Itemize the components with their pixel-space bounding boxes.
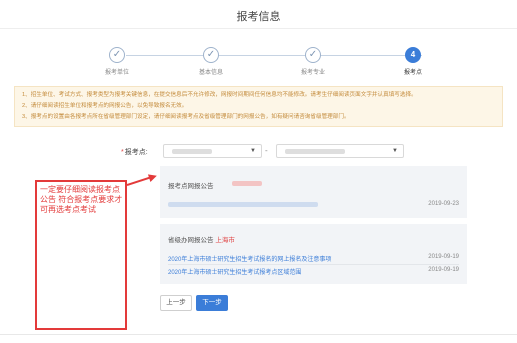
site-notice-title: 报考点网报公告: [168, 180, 214, 190]
notice-date: 2019-09-19: [428, 267, 459, 273]
step-4: 4 报考点: [373, 47, 453, 76]
blurred-site-name: [232, 181, 262, 186]
step-1: ✓ 报考单位: [77, 47, 157, 76]
blurred-value: [172, 149, 212, 154]
site-notice-panel: 报考点网报公告 2019-09-23: [160, 166, 467, 218]
chevron-down-icon: ▼: [392, 148, 398, 154]
blurred-notice-link[interactable]: [168, 202, 318, 207]
step-label: 基本信息: [198, 70, 223, 76]
check-icon: ✓: [109, 47, 125, 63]
exam-site-select[interactable]: ▼: [276, 144, 404, 158]
notice-line: 1、招生单位、考试方式、报考类型为报考关键信息，在提交信息后不允许修改，网报时间…: [22, 92, 417, 98]
divider: [168, 264, 459, 265]
step-label: 报考专业: [300, 70, 325, 76]
exam-site-label: *报考点:: [121, 147, 148, 157]
notice-date: 2019-09-19: [428, 254, 459, 260]
province-notice-title-text: 省级办网报公告: [168, 237, 214, 244]
annotation-text: 一定要仔细阅读报考点公告 符合报考点要求才可再选考点考试: [40, 185, 123, 214]
step-2: ✓ 基本信息: [171, 47, 251, 76]
check-icon: ✓: [203, 47, 219, 63]
step-number: 4: [405, 47, 421, 63]
divider: [0, 28, 517, 29]
province-city: 上海市: [215, 237, 235, 244]
required-mark: *: [121, 149, 124, 156]
province-select[interactable]: ▼: [163, 144, 262, 158]
annotation-arrow: [126, 176, 152, 186]
check-icon: ✓: [305, 47, 321, 63]
progress-stepper: ✓ 报考单位 ✓ 基本信息 ✓ 报考专业 4 报考点: [0, 40, 517, 85]
page-title: 报考信息: [236, 11, 281, 23]
notice-line: 3、报考点的设置由各报考点所在省级管理部门设定，请仔细阅读报考点及省级管理部门的…: [22, 114, 350, 120]
divider: [0, 334, 517, 335]
separator: -: [265, 146, 268, 155]
step-label: 报考点: [403, 70, 422, 76]
province-notice-title: 省级办网报公告 上海市: [168, 234, 235, 244]
notice-box: 1、招生单位、考试方式、报考类型为报考关键信息，在提交信息后不允许修改，网报时间…: [14, 86, 503, 127]
chevron-down-icon: ▼: [250, 148, 256, 154]
step-label: 报考单位: [104, 70, 129, 76]
arrow-head-icon: [147, 171, 159, 183]
notice-line: 2、请仔细阅读招生单位和报考点的网报公告，以免导致报名无效。: [22, 103, 188, 109]
prev-button[interactable]: 上一步: [160, 295, 192, 311]
exam-site-label-text: 报考点:: [124, 149, 148, 156]
next-button[interactable]: 下一步: [196, 295, 228, 311]
province-notice-panel: 省级办网报公告 上海市 2020年上海市硕士研究生招生考试报名的网上报名及注意事…: [160, 224, 467, 284]
notice-date: 2019-09-23: [428, 201, 459, 207]
site-notice-title-text: 报考点网报公告: [168, 183, 214, 190]
notice-link[interactable]: 2020年上海市硕士研究生招生考试报名的网上报名及注意事项: [168, 254, 331, 263]
notice-link[interactable]: 2020年上海市硕士研究生招生考试报考点区域范围: [168, 267, 301, 276]
step-3: ✓ 报考专业: [273, 47, 353, 76]
blurred-value: [285, 149, 345, 154]
